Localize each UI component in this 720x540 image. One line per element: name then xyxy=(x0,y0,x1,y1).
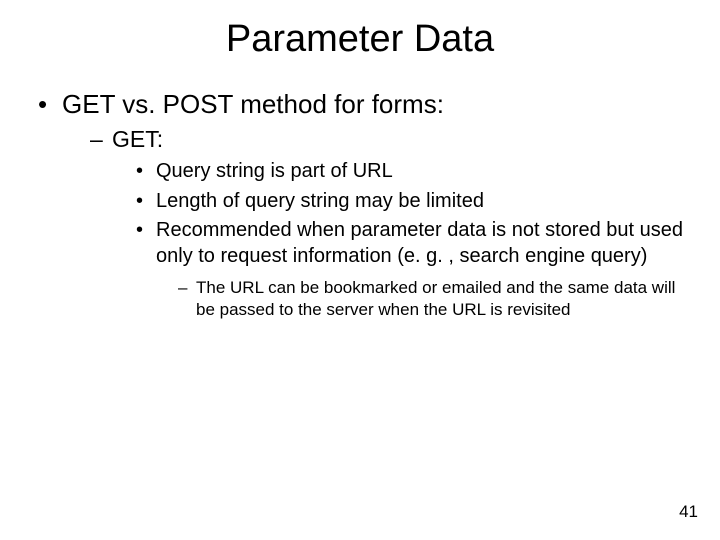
bullet-text: GET: xyxy=(112,126,163,152)
bullet-text: GET vs. POST method for forms: xyxy=(62,89,444,119)
bullet-list: GET vs. POST method for forms: GET: Quer… xyxy=(30,89,690,322)
slide-title: Parameter Data xyxy=(30,18,690,61)
bullet-text: Length of query string may be limited xyxy=(156,190,484,212)
bullet-lvl3: Query string is part of URL xyxy=(136,159,690,185)
bullet-list-lvl3: Query string is part of URL Length of qu… xyxy=(112,159,690,322)
page-number: 41 xyxy=(679,502,698,522)
bullet-lvl1: GET vs. POST method for forms: GET: Quer… xyxy=(34,89,690,322)
bullet-lvl3: Length of query string may be limited xyxy=(136,189,690,215)
bullet-list-lvl2: GET: Query string is part of URL Length … xyxy=(62,126,690,322)
bullet-text: Query string is part of URL xyxy=(156,160,393,182)
bullet-lvl4: The URL can be bookmarked or emailed and… xyxy=(178,277,690,321)
slide: Parameter Data GET vs. POST method for f… xyxy=(0,0,720,540)
bullet-lvl3: Recommended when parameter data is not s… xyxy=(136,218,690,321)
bullet-text: Recommended when parameter data is not s… xyxy=(156,219,683,267)
bullet-text: The URL can be bookmarked or emailed and… xyxy=(196,278,675,319)
bullet-list-lvl4: The URL can be bookmarked or emailed and… xyxy=(156,277,690,321)
bullet-lvl2: GET: Query string is part of URL Length … xyxy=(90,126,690,322)
